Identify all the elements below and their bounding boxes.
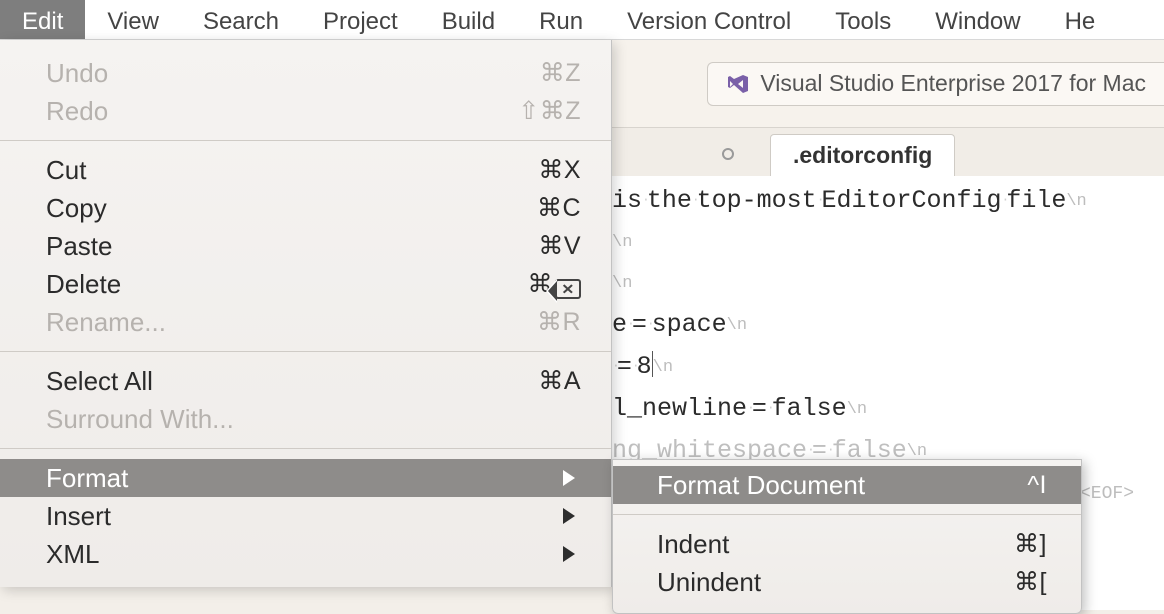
menu-version-control[interactable]: Version Control [605,0,813,39]
submenu-item-label: Indent [657,529,729,560]
whitespace-dot-icon: · [627,304,632,344]
visual-studio-icon [726,72,750,96]
ribbon: Visual Studio Enterprise 2017 for Mac [612,40,1164,128]
menu-item-label: Select All [46,366,153,397]
menu-item-shortcut: ⌘C [537,193,581,223]
menu-item-delete[interactable]: Delete ⌘✕ [0,265,611,303]
editor-tab-label: .editorconfig [793,142,932,169]
submenu-item-shortcut: ⌘] [1014,529,1047,559]
menu-item-paste[interactable]: Paste ⌘V [0,227,611,265]
menu-item-insert[interactable]: Insert [0,497,611,535]
menu-item-label: Surround With... [46,404,234,435]
menu-item-format[interactable]: Format [0,459,611,497]
whitespace-dot-icon: · [747,388,752,428]
whitespace-dot-icon: · [692,180,697,220]
menu-window[interactable]: Window [913,0,1042,39]
submenu-item-indent[interactable]: Indent ⌘] [613,525,1081,563]
menu-item-copy[interactable]: Copy ⌘C [0,189,611,227]
submenu-item-shortcut: ^I [1027,471,1047,500]
backspace-icon: ✕ [555,279,581,299]
menu-item-shortcut: ⌘V [538,231,581,261]
menu-item-shortcut: ⌘A [538,366,581,396]
menu-item-rename: Rename... ⌘R [0,303,611,341]
menu-run[interactable]: Run [517,0,605,39]
menu-search[interactable]: Search [181,0,301,39]
menu-build[interactable]: Build [420,0,517,39]
newline-marker: \n [612,274,632,293]
solution-tab-label: Visual Studio Enterprise 2017 for Mac [760,70,1146,97]
whitespace-dot-icon: · [632,346,637,386]
menu-item-shortcut: ⌘✕ [528,269,582,300]
menu-item-shortcut: ⌘Z [540,58,581,88]
whitespace-dot-icon: · [647,304,652,344]
menu-view[interactable]: View [85,0,181,39]
menu-tools[interactable]: Tools [813,0,913,39]
menu-item-shortcut: ⇧⌘Z [518,96,581,126]
menu-help-truncated[interactable]: He [1043,0,1118,39]
whitespace-dot-icon: · [642,180,647,220]
whitespace-dot-icon: · [817,180,822,220]
submenu-item-unindent[interactable]: Unindent ⌘[ [613,563,1081,601]
submenu-item-format-document[interactable]: Format Document ^I [613,466,1081,504]
edit-dropdown: Undo⌘ZRedo⇧⌘ZCut⌘XCopy⌘CPaste⌘VDelete⌘✕R… [0,40,612,587]
whitespace-dot-icon: · [1002,180,1007,220]
editor-tab[interactable]: .editorconfig [770,134,955,176]
eof-marker: <EOF> [1080,484,1134,504]
menu-item-label: XML [46,539,99,570]
menu-item-label: Redo [46,96,108,127]
menu-item-cut[interactable]: Cut ⌘X [0,151,611,189]
menu-item-select-all[interactable]: Select All ⌘A [0,362,611,400]
submenu-item-shortcut: ⌘[ [1014,567,1047,597]
menu-item-label: Delete [46,269,121,300]
menu-item-xml[interactable]: XML [0,535,611,573]
menu-item-label: Insert [46,501,111,532]
whitespace-dot-icon: · [612,346,617,386]
format-submenu: Format Document ^I Indent ⌘] Unindent ⌘[ [612,459,1082,614]
unsaved-indicator-icon [722,148,734,160]
menu-item-label: Format [46,463,128,494]
whitespace-dot-icon: · [767,388,772,428]
menu-item-label: Undo [46,58,108,89]
newline-marker: \n [727,316,747,335]
menu-item-label: Cut [46,155,86,186]
menubar: Edit View Search Project Build Run Versi… [0,0,1164,40]
submenu-arrow-icon [563,546,575,562]
menu-item-label: Paste [46,231,113,262]
menu-item-label: Rename... [46,307,166,338]
menu-item-redo: Redo ⇧⌘Z [0,92,611,130]
menu-item-label: Copy [46,193,107,224]
submenu-arrow-icon [563,508,575,524]
submenu-arrow-icon [563,470,575,486]
menu-item-surround-with: Surround With... [0,400,611,438]
menu-item-undo: Undo ⌘Z [0,54,611,92]
menu-item-shortcut: ⌘X [538,155,581,185]
menu-item-shortcut: ⌘R [537,307,581,337]
editor-tab-strip: .editorconfig [612,128,1164,176]
menu-project[interactable]: Project [301,0,420,39]
newline-marker: \n [1066,192,1086,211]
newline-marker: \n [847,400,867,419]
menu-edit[interactable]: Edit [0,0,85,39]
submenu-item-label: Unindent [657,567,761,598]
newline-marker: \n [653,358,673,377]
newline-marker: \n [612,233,632,252]
solution-tab[interactable]: Visual Studio Enterprise 2017 for Mac [707,62,1164,106]
submenu-item-label: Format Document [657,470,865,501]
